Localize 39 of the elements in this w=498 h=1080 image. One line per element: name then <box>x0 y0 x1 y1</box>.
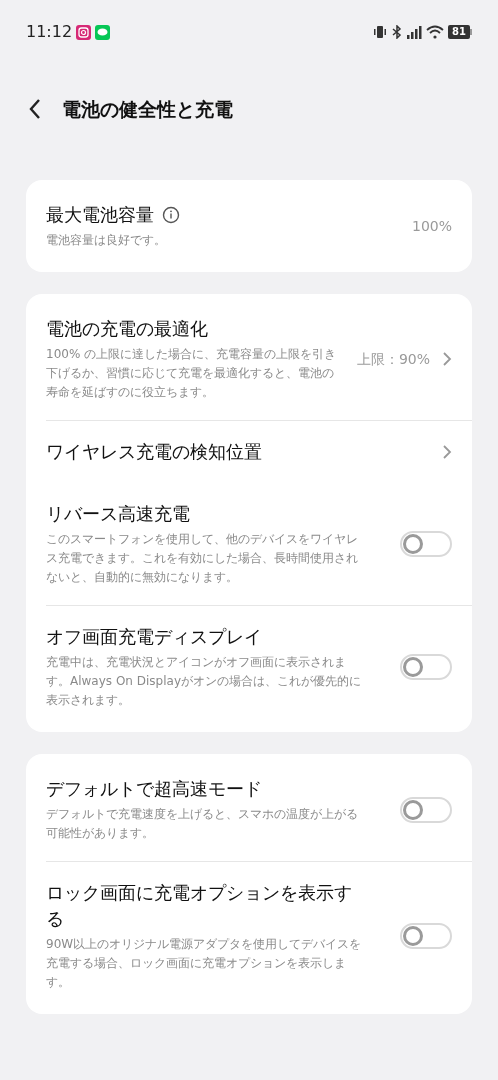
signal-icon <box>406 25 423 39</box>
settings-row[interactable]: ロック画面に充電オプションを表示する 90W以上のオリジナル電源アダプタを使用してデバイスを充電する場合、ロック画面に充電オプションを表示します。 <box>26 862 472 1010</box>
row-title: ロック画面に充電オプションを表示する <box>46 881 353 931</box>
row-description: デフォルトで充電速度を上げると、スマホの温度が上がる可能性があります。 <box>46 806 359 842</box>
chat-app-icon <box>95 24 111 40</box>
toggle-switch[interactable] <box>400 796 452 823</box>
wifi-icon <box>426 25 445 39</box>
row-description: 100% の上限に達した場合に、充電容量の上限を引き下げるか、習慣に応じて充電を最適化すると、電池の寿命を延ばすのに役立ちます。 <box>46 346 338 401</box>
back-icon[interactable] <box>28 98 42 120</box>
row-description: 電池容量は良好です。 <box>46 232 167 249</box>
row-title: ワイヤレス充電の検知位置 <box>46 440 262 464</box>
settings-row[interactable]: ワイヤレス充電の検知位置 <box>26 421 472 483</box>
bluetooth-icon <box>392 25 403 39</box>
info-icon[interactable] <box>162 206 180 224</box>
settings-row[interactable]: オフ画面充電ディスプレイ 充電中は、充電状況とアイコンがオフ画面に表示されます。Always On Displayがオンの場合は、これが優先的に表示されます。 <box>26 606 472 728</box>
toggle-switch[interactable] <box>400 654 452 680</box>
row-description: このスマートフォンを使用して、他のデバイスをワイヤレス充電できます。これを有効にした場合、長時間使用されないと、自動的に無効になります。 <box>46 531 359 586</box>
row-description: 充電中は、充電状況とアイコンがオフ画面に表示されます。Always On Displayがオンの場合は、これが優先的に表示されます。 <box>46 654 362 709</box>
chevron-right-icon <box>442 351 452 367</box>
vibrate-icon <box>372 25 389 39</box>
chevron-right-icon <box>442 444 452 460</box>
row-title: オフ画面充電ディスプレイ <box>46 625 262 649</box>
value-text: 上限：90% <box>356 349 430 369</box>
battery-indicator: 81 <box>448 25 472 39</box>
value-text: 100% <box>411 216 452 236</box>
settings-row[interactable]: 最大電池容量 電池容量は良好です。 100% <box>26 184 472 268</box>
toggle-switch[interactable] <box>400 923 452 949</box>
row-description: 90W以上のオリジナル電源アダプタを使用してデバイスを充電する場合、ロック画面に充電オプションを表示します。 <box>46 936 363 991</box>
status-time: 11:12 <box>26 21 73 43</box>
page-title: 電池の健全性と充電 <box>62 96 233 122</box>
settings-row[interactable]: リバース高速充電 このスマートフォンを使用して、他のデバイスをワイヤレス充電できます。これを有効にした場合、長時間使用されないと、自動的に無効になります。 <box>26 483 472 605</box>
settings-row[interactable]: デフォルトで超高速モード デフォルトで充電速度を上げると、スマホの温度が上がる可能性があります。 <box>26 758 472 861</box>
toggle-switch[interactable] <box>400 531 452 557</box>
row-title: デフォルトで超高速モード <box>46 777 262 801</box>
row-title: 電池の充電の最適化 <box>46 317 208 341</box>
camera-app-icon <box>76 24 92 40</box>
row-title: リバース高速充電 <box>46 502 190 526</box>
row-title: 最大電池容量 <box>46 203 154 227</box>
settings-row[interactable]: 電池の充電の最適化 100% の上限に達した場合に、充電容量の上限を引き下げるか、習慣に応じて充電を最適化すると、電池の寿命を延ばすのに役立ちます。 上限：90% <box>26 298 472 420</box>
